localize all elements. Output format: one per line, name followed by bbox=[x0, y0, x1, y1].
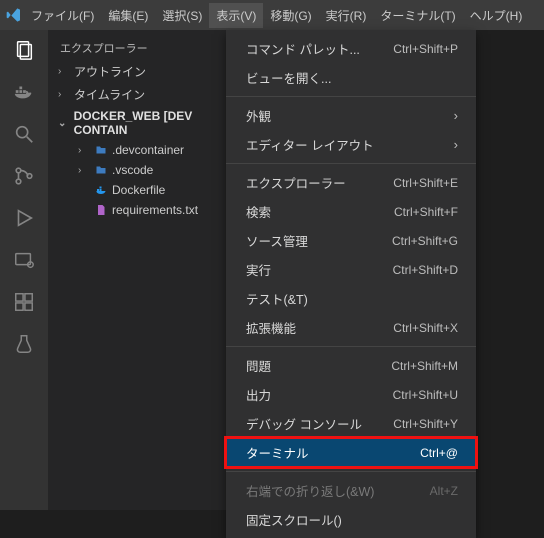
explorer-icon[interactable] bbox=[12, 38, 36, 62]
menu-item-label: 拡張機能 bbox=[246, 318, 296, 337]
chevron-right-icon: › bbox=[454, 137, 458, 152]
tree-file-dockerfile[interactable]: Dockerfile bbox=[48, 180, 248, 200]
menu-item-[interactable]: 外観 › bbox=[226, 101, 476, 130]
menu-item-shortcut: Ctrl+Shift+P bbox=[393, 42, 458, 56]
menu-terminal[interactable]: ターミナル(T) bbox=[373, 3, 462, 28]
testing-icon[interactable] bbox=[12, 332, 36, 356]
menu-item-[interactable]: コマンド パレット... Ctrl+Shift+P bbox=[226, 34, 476, 63]
menu-item-shortcut: Ctrl+Shift+E bbox=[393, 176, 458, 190]
chevron-right-icon: › bbox=[78, 165, 90, 176]
tree-folder-devcontainer[interactable]: › .devcontainer bbox=[48, 140, 248, 160]
menu-item-label: ソース管理 bbox=[246, 231, 308, 250]
menu-item-[interactable]: 問題 Ctrl+Shift+M bbox=[226, 351, 476, 380]
menu-item-label: 右端での折り返し(&W) bbox=[246, 481, 374, 500]
tree-folder-vscode[interactable]: › .vscode bbox=[48, 160, 248, 180]
menu-item-w: 右端での折り返し(&W) Alt+Z bbox=[226, 476, 476, 505]
chevron-right-icon: › bbox=[78, 145, 90, 156]
workspace-folder[interactable]: ⌄ DOCKER_WEB [DEV CONTAIN bbox=[48, 106, 248, 140]
menu-item-label: 出力 bbox=[246, 385, 271, 404]
search-icon[interactable] bbox=[12, 122, 36, 146]
menu-item-[interactable]: 実行 Ctrl+Shift+D bbox=[226, 255, 476, 284]
menu-separator bbox=[226, 471, 476, 472]
menu-view[interactable]: 表示(V) bbox=[209, 3, 263, 28]
menu-item-shortcut: Ctrl+@ bbox=[420, 446, 458, 460]
chevron-right-icon: › bbox=[58, 66, 70, 77]
tree-item-label: .vscode bbox=[112, 163, 153, 177]
menu-item-[interactable]: 固定スクロール() bbox=[226, 505, 476, 534]
menu-item-[interactable]: ターミナル Ctrl+@ bbox=[226, 438, 476, 467]
tree-item-label: .devcontainer bbox=[112, 143, 184, 157]
extensions-icon[interactable] bbox=[12, 290, 36, 314]
menu-separator bbox=[226, 346, 476, 347]
menu-go[interactable]: 移動(G) bbox=[263, 3, 318, 28]
docker-icon[interactable] bbox=[12, 80, 36, 104]
source-control-icon[interactable] bbox=[12, 164, 36, 188]
menu-help[interactable]: ヘルプ(H) bbox=[463, 3, 530, 28]
chevron-down-icon: ⌄ bbox=[58, 118, 70, 129]
chevron-right-icon: › bbox=[454, 108, 458, 123]
menu-item-shortcut: Ctrl+Shift+Y bbox=[393, 417, 458, 431]
menu-file[interactable]: ファイル(F) bbox=[24, 3, 101, 28]
run-debug-icon[interactable] bbox=[12, 206, 36, 230]
menu-item-[interactable]: 検索 Ctrl+Shift+F bbox=[226, 197, 476, 226]
menu-item-label: 検索 bbox=[246, 202, 271, 221]
menu-item-label: 問題 bbox=[246, 356, 271, 375]
menu-item-[interactable]: エディター レイアウト › bbox=[226, 130, 476, 159]
sidebar-title: エクスプローラー bbox=[48, 36, 248, 60]
docker-file-icon bbox=[94, 184, 108, 196]
menu-item-label: エディター レイアウト bbox=[246, 135, 374, 154]
menu-item-label: ターミナル bbox=[246, 443, 309, 462]
menu-item-[interactable]: ビューを開く... bbox=[226, 63, 476, 92]
outline-section[interactable]: › アウトライン bbox=[48, 60, 248, 83]
timeline-section[interactable]: › タイムライン bbox=[48, 83, 248, 106]
menu-edit[interactable]: 編集(E) bbox=[101, 3, 155, 28]
timeline-label: タイムライン bbox=[74, 86, 145, 103]
menu-separator bbox=[226, 163, 476, 164]
activity-bar bbox=[0, 30, 48, 510]
tree-item-label: requirements.txt bbox=[112, 203, 198, 217]
menu-item-shortcut: Ctrl+Shift+F bbox=[394, 205, 458, 219]
menu-item-label: ビューを開く... bbox=[246, 68, 331, 87]
tree-file-requirements[interactable]: requirements.txt bbox=[48, 200, 248, 220]
menu-item-label: 外観 bbox=[246, 106, 271, 125]
menu-item-shortcut: Alt+Z bbox=[430, 484, 458, 498]
folder-icon bbox=[94, 144, 108, 156]
menu-item-[interactable]: エクスプローラー Ctrl+Shift+E bbox=[226, 168, 476, 197]
folder-label: DOCKER_WEB [DEV CONTAIN bbox=[74, 109, 244, 137]
menu-separator bbox=[226, 96, 476, 97]
menu-item-[interactable]: 拡張機能 Ctrl+Shift+X bbox=[226, 313, 476, 342]
menu-item-label: 実行 bbox=[246, 260, 271, 279]
vscode-logo-icon bbox=[4, 7, 24, 23]
menubar: ファイル(F) 編集(E) 選択(S) 表示(V) 移動(G) 実行(R) ター… bbox=[0, 0, 544, 30]
menu-item-shortcut: Ctrl+Shift+D bbox=[393, 263, 458, 277]
menu-item-label: コマンド パレット... bbox=[246, 39, 360, 58]
menu-selection[interactable]: 選択(S) bbox=[155, 3, 209, 28]
menu-item-t[interactable]: テスト(&T) bbox=[226, 284, 476, 313]
menu-item-label: 固定スクロール() bbox=[246, 510, 342, 529]
menu-item-shortcut: Ctrl+Shift+M bbox=[391, 359, 458, 373]
menu-item-[interactable]: ソース管理 Ctrl+Shift+G bbox=[226, 226, 476, 255]
menu-item-label: テスト(&T) bbox=[246, 289, 308, 308]
explorer-sidebar: エクスプローラー › アウトライン › タイムライン ⌄ DOCKER_WEB … bbox=[48, 30, 248, 510]
menu-item-shortcut: Ctrl+Shift+X bbox=[393, 321, 458, 335]
menu-item-[interactable]: デバッグ コンソール Ctrl+Shift+Y bbox=[226, 409, 476, 438]
view-menu-dropdown: コマンド パレット...Ctrl+Shift+Pビューを開く...外観›エディタ… bbox=[226, 30, 476, 538]
remote-explorer-icon[interactable] bbox=[12, 248, 36, 272]
menu-item-shortcut: Ctrl+Shift+G bbox=[392, 234, 458, 248]
menu-run[interactable]: 実行(R) bbox=[319, 3, 374, 28]
menu-item-[interactable]: 出力 Ctrl+Shift+U bbox=[226, 380, 476, 409]
menu-item-label: デバッグ コンソール bbox=[246, 414, 362, 433]
text-file-icon bbox=[94, 204, 108, 216]
folder-icon bbox=[94, 164, 108, 176]
tree-item-label: Dockerfile bbox=[112, 183, 165, 197]
chevron-right-icon: › bbox=[58, 89, 70, 100]
outline-label: アウトライン bbox=[74, 63, 146, 80]
menu-item-shortcut: Ctrl+Shift+U bbox=[393, 388, 458, 402]
menu-item-label: エクスプローラー bbox=[246, 173, 346, 192]
